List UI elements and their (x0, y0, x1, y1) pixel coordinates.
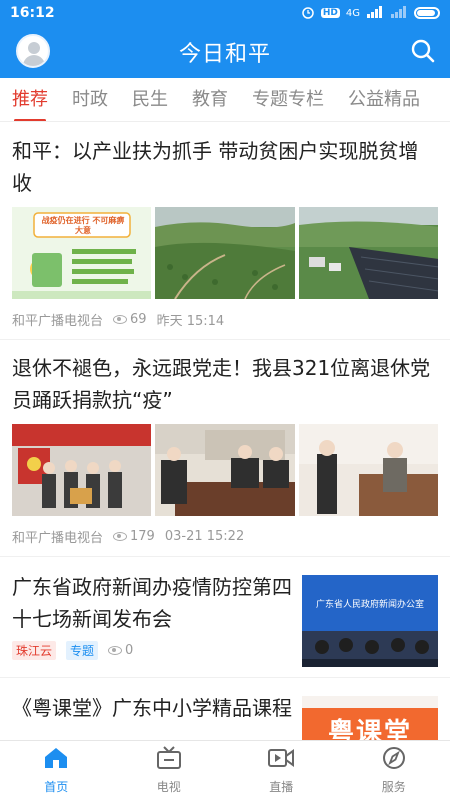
nav-tv[interactable]: 电视 (113, 741, 226, 800)
article-time: 03-21 15:22 (164, 528, 245, 544)
view-count-value: 69 (130, 311, 147, 327)
nav-service[interactable]: 服务 (338, 741, 450, 800)
article-image-donation-table (155, 424, 295, 516)
article-item[interactable]: 和平：以产业扶为抓手 带动贫困户实现脱贫增收 战疫仍在进行 不可麻痹大意 和平广… (0, 123, 450, 340)
view-count-value: 179 (130, 528, 155, 544)
article-images (12, 424, 438, 516)
view-count: 179 (113, 529, 155, 544)
source-tag: 珠江云 (12, 640, 57, 660)
signal-icon (366, 5, 384, 21)
nav-tv-label: 电视 (156, 780, 181, 794)
view-count-value: 0 (125, 642, 134, 658)
avatar[interactable] (16, 34, 50, 68)
alarm-icon (301, 5, 315, 22)
article-item[interactable]: 《粤课堂》广东中小学精品课程 粤课堂 (0, 678, 450, 740)
tab-education[interactable]: 教育 (180, 78, 240, 121)
status-time: 16:12 (10, 5, 55, 21)
status-icons: HD 4G (301, 5, 440, 22)
compass-icon (381, 746, 407, 774)
status-bar: 16:12 HD 4G (0, 0, 450, 26)
tab-special-topics[interactable]: 专题专栏 (240, 78, 336, 121)
press-conference-banner: 广东省人民政府新闻办公室 (315, 600, 424, 610)
tab-politics[interactable]: 时政 (60, 78, 120, 121)
article-image-tea-field (155, 207, 295, 299)
app-header: 今日和平 (0, 26, 450, 78)
search-icon[interactable] (410, 38, 436, 64)
nav-home-label: 首页 (44, 780, 69, 794)
article-images: 战疫仍在进行 不可麻痹大意 (12, 207, 438, 299)
article-title: 退休不褪色，永远跟党走！我县321位离退休党员踊跃捐款抗“疫” (12, 356, 431, 412)
nav-home[interactable]: 首页 (0, 741, 113, 800)
article-time: 昨天 15:14 (156, 313, 225, 329)
article-image-greenhouses (298, 207, 438, 299)
article-title: 广东省政府新闻办疫情防控第四十七场新闻发布会 (12, 575, 292, 631)
hd-badge: HD (320, 8, 340, 18)
article-item[interactable]: 广东省政府新闻办疫情防控第四十七场新闻发布会 珠江云 专题 0 广东省人民政府新… (0, 557, 450, 678)
article-image-press-conference: 广东省人民政府新闻办公室 (302, 575, 438, 667)
article-image-course-banner: 粤课堂 (302, 696, 438, 740)
network-type: 4G (345, 7, 360, 19)
view-count: 69 (113, 312, 147, 327)
article-source: 和平广播电视台 (12, 530, 104, 546)
article-item[interactable]: 退休不褪色，永远跟党走！我县321位离退休党员踊跃捐款抗“疫” 和平广播电视台 … (0, 340, 450, 557)
home-icon (43, 746, 69, 774)
bottom-nav: 首页 电视 直播 服务 (0, 740, 450, 800)
article-image-elder-donor (298, 424, 438, 516)
article-meta: 珠江云 专题 0 (12, 635, 292, 665)
article-image-donation-group (12, 424, 152, 516)
article-meta: 和平广播电视台 69 昨天 15:14 (12, 299, 438, 339)
article-title: 和平：以产业扶为抓手 带动贫困户实现脱贫增收 (12, 139, 419, 195)
page-title: 今日和平 (178, 42, 271, 67)
nav-live[interactable]: 直播 (225, 741, 338, 800)
article-source: 和平广播电视台 (12, 313, 104, 329)
tv-icon (156, 746, 182, 774)
article-title: 《粤课堂》广东中小学精品课程 (12, 696, 292, 720)
battery-icon (414, 7, 440, 19)
tab-recommend[interactable]: 推荐 (0, 78, 60, 121)
news-feed: 和平：以产业扶为抓手 带动贫困户实现脱贫增收 战疫仍在进行 不可麻痹大意 和平广… (0, 123, 450, 740)
category-tabs: 推荐 时政 民生 教育 专题专栏 公益精品 (0, 78, 450, 122)
tab-livelihood[interactable]: 民生 (120, 78, 180, 121)
signal-weak-icon (390, 5, 408, 21)
view-count: 0 (108, 643, 133, 658)
live-video-icon (267, 746, 295, 774)
article-image-poster: 战疫仍在进行 不可麻痹大意 (12, 207, 152, 299)
course-banner-text: 粤课堂 (327, 718, 412, 740)
eye-icon (113, 531, 128, 541)
nav-live-label: 直播 (269, 780, 294, 794)
poster-text: 战疫仍在进行 不可麻痹大意 (41, 216, 125, 235)
tab-public-welfare[interactable]: 公益精品 (336, 78, 432, 121)
eye-icon (108, 645, 123, 655)
topic-tag: 专题 (66, 640, 99, 660)
article-meta: 和平广播电视台 179 03-21 15:22 (12, 516, 438, 556)
nav-service-label: 服务 (381, 780, 406, 794)
eye-icon (113, 314, 128, 324)
